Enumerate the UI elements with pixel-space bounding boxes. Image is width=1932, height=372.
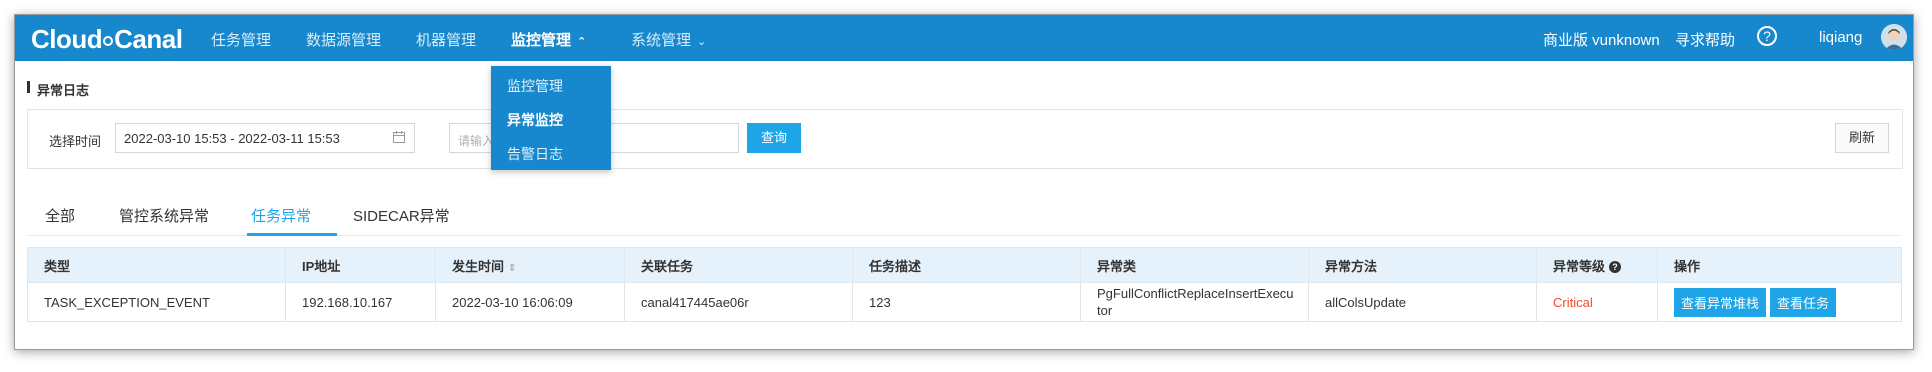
nav-datasource-management[interactable]: 数据源管理 xyxy=(306,29,381,50)
username[interactable]: liqiang xyxy=(1819,29,1862,46)
logo-text-right: Canal xyxy=(114,24,183,54)
help-link[interactable]: 寻求帮助 xyxy=(1675,29,1735,50)
edition-label: 商业版 vunknown xyxy=(1543,32,1660,49)
page-title: 异常日志 xyxy=(37,83,90,98)
table-header-row: 类型 IP地址 发生时间 ⇕ 关联任务 任务描述 异常类 异常方法 异常等级? 操… xyxy=(27,247,1902,283)
logo-dot-icon xyxy=(103,36,114,47)
chevron-down-icon: ⌄ xyxy=(697,36,707,48)
table-row: TASK_EXCEPTION_EVENT 192.168.10.167 2022… xyxy=(27,282,1902,322)
header-exception-class: 异常类 xyxy=(1080,247,1309,283)
question-icon[interactable]: ? xyxy=(1609,261,1622,274)
nav-system-management[interactable]: 系统管理 ⌄ xyxy=(631,29,706,50)
section-title-bar xyxy=(27,81,30,93)
tab-all[interactable]: 全部 xyxy=(45,205,75,226)
query-button[interactable]: 查询 xyxy=(747,123,801,153)
nav-machine-management[interactable]: 机器管理 xyxy=(416,29,476,50)
header-actions: 操作 xyxy=(1657,247,1902,283)
cell-time: 2022-03-10 16:06:09 xyxy=(435,282,625,322)
app-window: Cloud Canal 任务管理 数据源管理 机器管理 监控管理 ⌃ 系统管理 ⌄ 商… xyxy=(14,14,1914,350)
nav-task-management[interactable]: 任务管理 xyxy=(211,29,271,50)
cell-level: Critical xyxy=(1536,282,1658,322)
header-level-label: 异常等级 xyxy=(1553,258,1606,274)
cell-actions: 查看异常堆栈 查看任务 xyxy=(1657,282,1902,322)
menu-item-alert-log[interactable]: 告警日志 xyxy=(507,144,563,164)
logo-text-left: Cloud xyxy=(31,24,103,54)
cell-method: allColsUpdate xyxy=(1308,282,1537,322)
tab-control-system-exception[interactable]: 管控系统异常 xyxy=(119,205,209,226)
date-range-input[interactable]: 2022-03-10 15:53 - 2022-03-11 15:53 xyxy=(115,123,415,153)
tab-sidecar-exception[interactable]: SIDECAR异常 xyxy=(353,205,450,226)
cell-ip: 192.168.10.167 xyxy=(285,282,436,322)
refresh-button[interactable]: 刷新 xyxy=(1835,123,1889,153)
time-label: 选择时间 xyxy=(49,134,102,149)
menu-item-monitor[interactable]: 监控管理 xyxy=(507,76,563,96)
question-circle-icon[interactable]: ? xyxy=(1757,26,1777,46)
header-time[interactable]: 发生时间 ⇕ xyxy=(435,247,625,283)
header-ip: IP地址 xyxy=(285,247,436,283)
exception-class-line1: PgFullConflictReplaceInsertExecu xyxy=(1097,286,1294,301)
cell-type: TASK_EXCEPTION_EVENT xyxy=(27,282,286,322)
avatar[interactable] xyxy=(1881,24,1907,50)
chevron-up-icon: ⌃ xyxy=(577,36,587,48)
header-time-label: 发生时间 xyxy=(452,258,505,274)
monitor-dropdown-menu: 监控管理 异常监控 告警日志 xyxy=(491,66,611,170)
exception-table: 类型 IP地址 发生时间 ⇕ 关联任务 任务描述 异常类 异常方法 异常等级? 操… xyxy=(27,247,1902,322)
nav-system-label: 系统管理 xyxy=(631,32,692,49)
cell-desc: 123 xyxy=(852,282,1081,322)
cloudcanal-logo[interactable]: Cloud Canal xyxy=(31,24,183,55)
active-tab-indicator xyxy=(247,233,337,236)
header-method: 异常方法 xyxy=(1308,247,1537,283)
view-stack-button[interactable]: 查看异常堆栈 xyxy=(1674,287,1767,317)
menu-item-exception-monitor[interactable]: 异常监控 xyxy=(507,110,563,130)
sort-icon[interactable]: ⇕ xyxy=(508,263,516,274)
header-type: 类型 xyxy=(27,247,286,283)
nav-monitor-label: 监控管理 xyxy=(511,32,572,49)
avatar-icon xyxy=(1881,24,1907,50)
view-task-button[interactable]: 查看任务 xyxy=(1770,287,1837,317)
cell-exception-class: PgFullConflictReplaceInsertExecu tor xyxy=(1080,282,1309,322)
header-level: 异常等级? xyxy=(1536,247,1658,283)
calendar-icon xyxy=(392,130,406,147)
date-range-value: 2022-03-10 15:53 - 2022-03-11 15:53 xyxy=(124,131,340,146)
nav-monitor-management[interactable]: 监控管理 ⌃ xyxy=(511,29,586,50)
tab-task-exception[interactable]: 任务异常 xyxy=(251,205,311,226)
cell-task[interactable]: canal417445ae06r xyxy=(624,282,853,322)
top-navbar: Cloud Canal 任务管理 数据源管理 机器管理 监控管理 ⌃ 系统管理 ⌄ 商… xyxy=(15,15,1913,61)
exception-class-line2: tor xyxy=(1097,303,1113,318)
header-desc: 任务描述 xyxy=(852,247,1081,283)
header-task: 关联任务 xyxy=(624,247,853,283)
